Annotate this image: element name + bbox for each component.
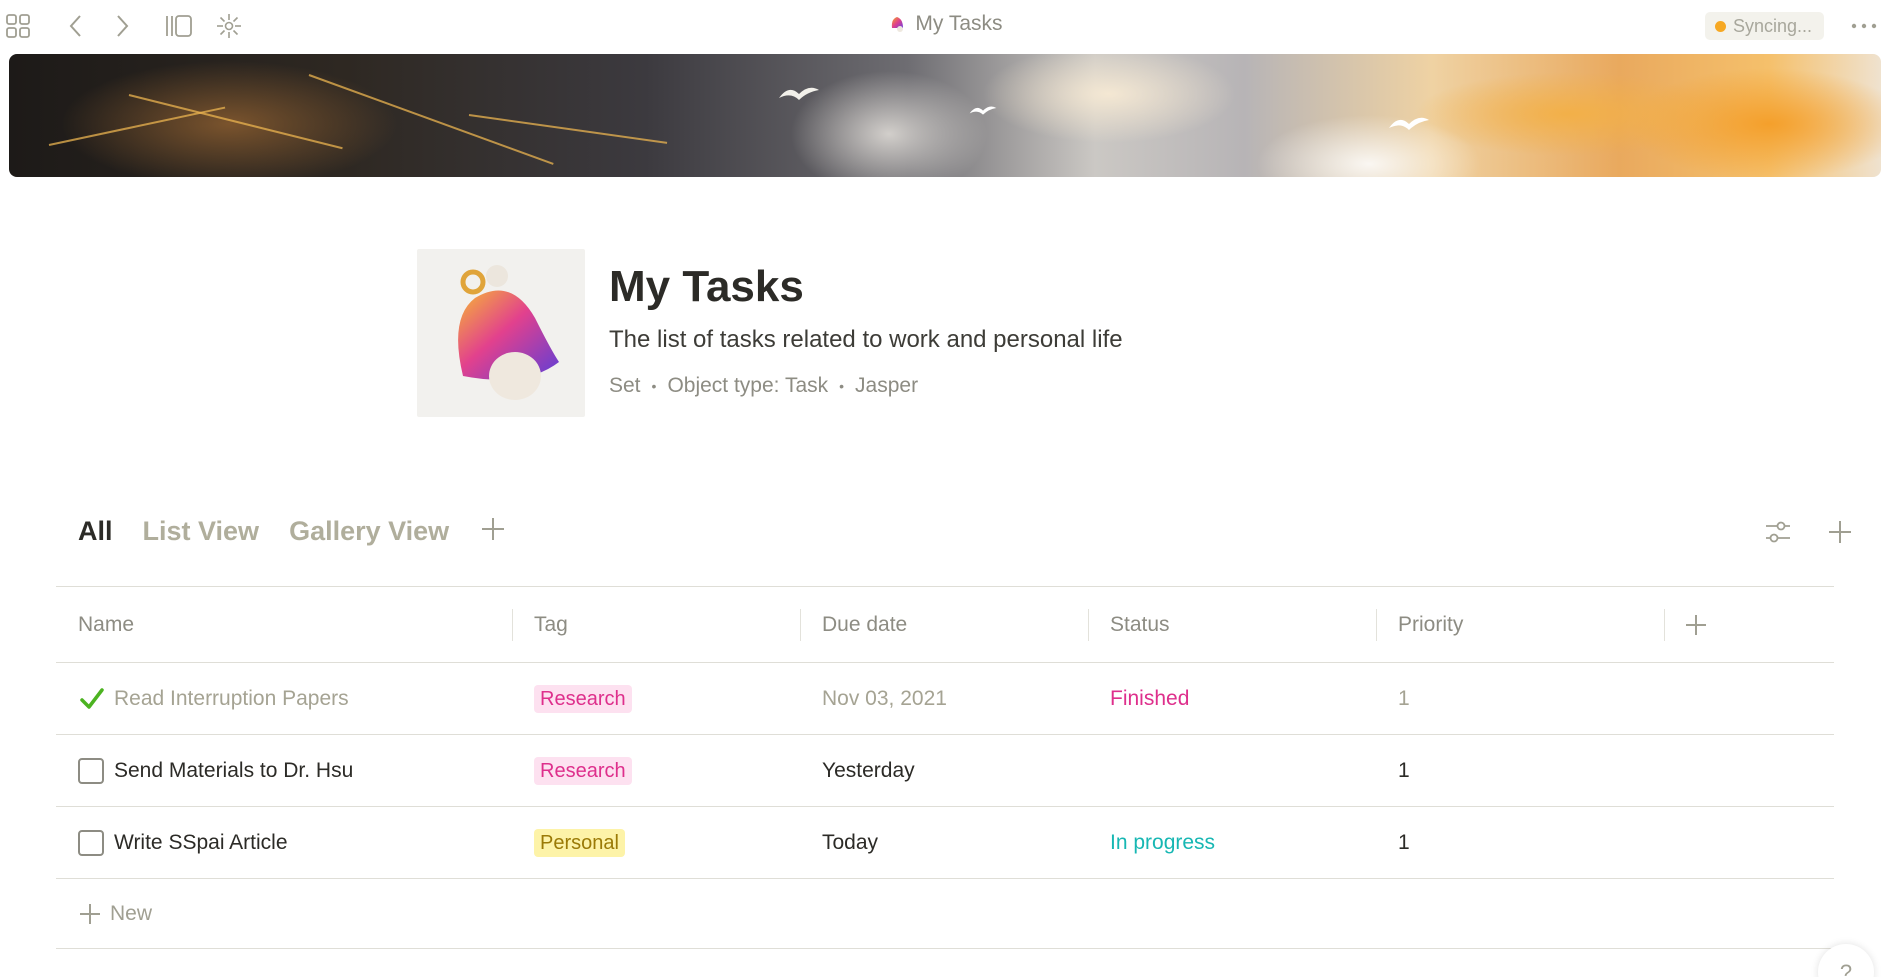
task-name[interactable]: Write SSpai Article [114,831,288,855]
sync-dot-icon [1714,20,1726,32]
tag-badge: Research [534,756,632,785]
table-row[interactable]: Send Materials to Dr. Hsu Research Yeste… [56,735,1834,807]
due-date-cell[interactable]: Nov 03, 2021 [822,663,1082,734]
bell-icon [892,17,904,32]
new-object-button[interactable]: New [78,879,152,948]
view-tools [1690,516,1890,548]
due-date-cell[interactable]: Yesterday [822,735,1082,806]
sync-status[interactable]: Syncing... [1704,12,1824,40]
table-row[interactable]: Write SSpai Article Personal Today In pr… [56,807,1834,879]
page-description[interactable]: The list of tasks related to work and pe… [609,326,1123,354]
forward-icon[interactable] [106,10,138,42]
priority-cell[interactable]: 1 [1398,807,1658,878]
status-cell[interactable]: In progress [1110,807,1370,878]
cover-image [9,54,1881,177]
add-column-icon[interactable] [1684,587,1744,662]
page-icon[interactable] [417,249,585,417]
checkbox-icon[interactable] [78,829,104,856]
meta-separator: • [651,378,657,394]
tag-badge: Personal [534,828,625,857]
tag-badge: Research [534,684,632,713]
meta-layout[interactable]: Set [609,374,641,398]
view-tabs: All List View Gallery View [78,515,507,548]
tasks-table: Name Tag Due date Status Priority Read I… [56,586,1834,949]
meta-author[interactable]: Jasper [855,374,918,398]
window-title: My Tasks [0,12,1890,36]
status-cell[interactable]: Finished [1110,663,1370,734]
add-view-icon[interactable] [479,515,507,548]
new-row: New [56,879,1834,949]
tag-cell[interactable]: Research [534,735,794,806]
checkmark-icon[interactable] [78,685,106,713]
add-object-icon[interactable] [1824,516,1856,548]
back-icon[interactable] [60,10,92,42]
bell-icon [458,265,559,400]
meta-separator: • [839,378,845,394]
column-header-status[interactable]: Status [1110,587,1370,662]
status-cell[interactable] [1110,735,1370,806]
window-title-text: My Tasks [915,12,1003,35]
page-meta: Set • Object type: Task • Jasper [609,374,918,398]
page-title[interactable]: My Tasks [609,262,804,312]
plus-icon [80,903,100,924]
sidebar-toggle-icon[interactable] [163,10,195,42]
tag-cell[interactable]: Research [534,663,794,734]
column-header-name[interactable]: Name [78,587,508,662]
graph-icon[interactable] [213,10,245,42]
task-name[interactable]: Send Materials to Dr. Hsu [114,759,353,783]
task-name-cell: Send Materials to Dr. Hsu [78,735,508,806]
table-row[interactable]: Read Interruption Papers Research Nov 03… [56,663,1834,735]
help-label: ? [1839,960,1853,977]
more-icon[interactable] [1846,10,1882,42]
task-name[interactable]: Read Interruption Papers [114,687,349,711]
tab-gallery-view[interactable]: Gallery View [289,516,449,547]
column-header-priority[interactable]: Priority [1398,587,1658,662]
tab-list-view[interactable]: List View [143,516,260,547]
column-header-tag[interactable]: Tag [534,587,794,662]
checkbox-icon[interactable] [78,757,104,784]
new-object-label: New [110,901,153,925]
top-bar: My Tasks Syncing... [0,0,1890,52]
priority-cell[interactable]: 1 [1398,663,1658,734]
meta-object-type[interactable]: Object type: Task [667,374,828,398]
due-date-cell[interactable]: Today [822,807,1082,878]
task-name-cell: Read Interruption Papers [78,663,508,734]
filter-settings-icon[interactable] [1762,516,1794,548]
priority-cell[interactable]: 1 [1398,735,1658,806]
table-header-row: Name Tag Due date Status Priority [56,586,1834,663]
grid-icon[interactable] [2,10,34,42]
sync-status-text: Syncing... [1732,15,1812,36]
task-name-cell: Write SSpai Article [78,807,508,878]
column-header-due-date[interactable]: Due date [822,587,1082,662]
tag-cell[interactable]: Personal [534,807,794,878]
tab-all[interactable]: All [78,516,113,547]
